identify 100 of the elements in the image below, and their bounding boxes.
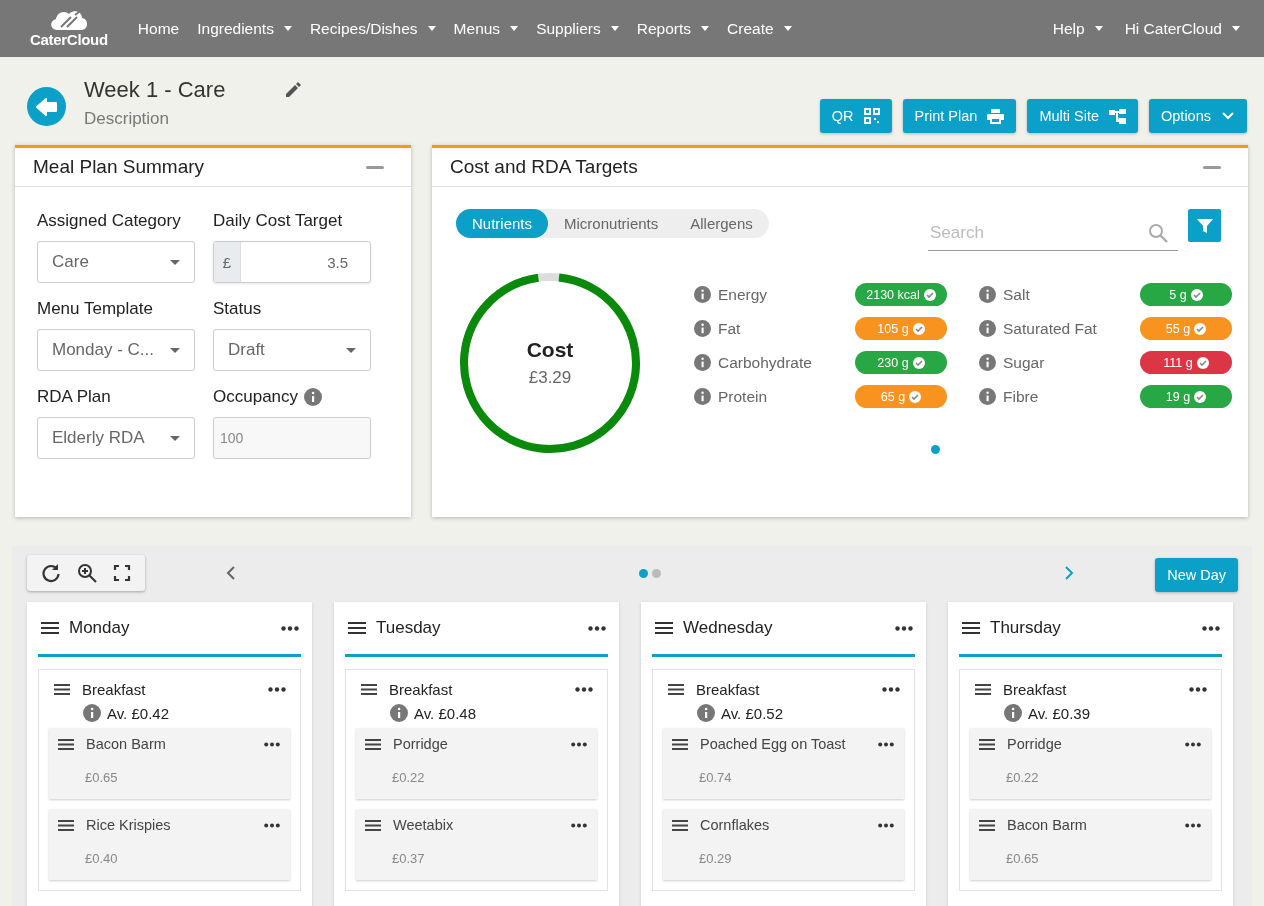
tab[interactable]: Allergens	[674, 209, 769, 238]
info-icon	[694, 320, 711, 337]
more-options-icon[interactable]	[1189, 686, 1207, 692]
nav-menu-item[interactable]: Reports	[636, 19, 710, 38]
dish-card[interactable]: Porridge £0.22	[970, 728, 1211, 799]
page-dot[interactable]	[639, 568, 649, 578]
drag-handle-icon[interactable]	[978, 737, 996, 751]
action-button[interactable]: Multi Site	[1027, 99, 1138, 133]
action-button[interactable]: Print Plan	[902, 99, 1017, 133]
more-options-icon[interactable]	[588, 625, 606, 631]
drag-handle-icon[interactable]	[57, 818, 75, 832]
nav-menu-item[interactable]: Menus	[453, 19, 519, 38]
drag-handle-icon[interactable]	[654, 621, 674, 635]
dish-name: Rice Krispies	[86, 817, 171, 833]
drag-handle-icon[interactable]	[347, 621, 367, 635]
caret-icon	[783, 26, 792, 31]
caret-icon	[283, 26, 292, 31]
dropdown-field[interactable]: Elderly RDA	[37, 417, 195, 459]
more-options-icon[interactable]	[1185, 741, 1201, 747]
more-options-icon[interactable]	[1202, 625, 1220, 631]
dish-card[interactable]: Porridge £0.22	[356, 728, 597, 799]
new-day-button[interactable]: New Day	[1155, 558, 1238, 592]
nutrient-value-badge: 230 g	[855, 351, 947, 374]
dish-card[interactable]: Bacon Barm £0.65	[49, 728, 290, 799]
edit-pencil-icon[interactable]	[285, 82, 302, 98]
action-button[interactable]: Options	[1149, 99, 1247, 133]
refresh-icon[interactable]	[41, 563, 61, 583]
cost-input-field[interactable]: £ 3.5	[213, 241, 371, 283]
dropdown-field[interactable]: Monday - C...	[37, 329, 195, 371]
nutrient-name: Sugar	[1003, 353, 1046, 372]
nav-menu-item[interactable]: Home	[137, 19, 180, 38]
drag-handle-icon[interactable]	[40, 621, 60, 635]
more-options-icon[interactable]	[575, 686, 593, 692]
nutrient-name: Fibre	[1003, 387, 1040, 406]
drag-handle-icon[interactable]	[364, 818, 382, 832]
day-name: Thursday	[990, 618, 1061, 638]
caret-icon	[427, 26, 436, 31]
nav-menu-item[interactable]: Suppliers	[536, 19, 619, 38]
nutrient-value-badge: 105 g	[855, 317, 947, 340]
drag-handle-icon[interactable]	[671, 737, 689, 751]
info-icon	[694, 286, 711, 303]
nav-menu-item[interactable]: Hi CaterCloud	[1124, 19, 1240, 38]
drag-handle-icon[interactable]	[57, 737, 75, 751]
page-dot[interactable]	[652, 568, 662, 578]
dish-card[interactable]: Cornflakes £0.29	[663, 809, 904, 880]
chevron-left-icon[interactable]	[225, 565, 237, 581]
collapse-icon[interactable]	[366, 165, 384, 169]
zoom-in-icon[interactable]	[77, 563, 97, 583]
more-options-icon[interactable]	[571, 741, 587, 747]
drag-handle-icon[interactable]	[360, 682, 378, 696]
filter-button[interactable]	[1188, 209, 1221, 242]
more-options-icon[interactable]	[878, 822, 894, 828]
info-icon	[979, 286, 996, 303]
dropdown-field[interactable]: Draft	[213, 329, 371, 371]
back-button[interactable]	[27, 87, 66, 126]
caret-icon	[170, 347, 180, 353]
dish-card[interactable]: Bacon Barm £0.65	[970, 809, 1211, 880]
logo[interactable]: CaterCloud	[30, 9, 108, 48]
funnel-icon	[1195, 216, 1214, 235]
drag-handle-icon[interactable]	[667, 682, 685, 696]
dropdown-field[interactable]: Care	[37, 241, 195, 283]
nav-menu-item[interactable]: Ingredients	[197, 19, 292, 38]
more-options-icon[interactable]	[878, 741, 894, 747]
nav-menu-item[interactable]: Create	[727, 19, 792, 38]
drag-handle-icon[interactable]	[978, 818, 996, 832]
caret-icon	[610, 26, 619, 31]
more-options-icon[interactable]	[264, 822, 280, 828]
dish-price: £0.29	[699, 851, 733, 866]
more-options-icon[interactable]	[281, 625, 299, 631]
nav-menu-item[interactable]: Recipes/Dishes	[309, 19, 436, 38]
tab[interactable]: Micronutrients	[548, 209, 675, 238]
collapse-icon[interactable]	[1203, 165, 1221, 169]
more-options-icon[interactable]	[571, 822, 587, 828]
caret-icon	[1094, 26, 1103, 31]
dish-price: £0.37	[392, 851, 426, 866]
chevron-down-icon	[1221, 111, 1235, 121]
more-options-icon[interactable]	[264, 741, 280, 747]
chevron-right-icon[interactable]	[1063, 565, 1076, 581]
dish-price: £0.65	[85, 770, 119, 785]
dish-card[interactable]: Weetabix £0.37	[356, 809, 597, 880]
nav-menu-item[interactable]: Help	[1052, 19, 1103, 38]
drag-handle-icon[interactable]	[364, 737, 382, 751]
action-button[interactable]: QR	[819, 99, 892, 133]
drag-handle-icon[interactable]	[974, 682, 992, 696]
fullscreen-icon[interactable]	[113, 564, 131, 582]
more-options-icon[interactable]	[268, 686, 286, 692]
drag-handle-icon[interactable]	[961, 621, 981, 635]
day-name: Monday	[69, 618, 130, 638]
dish-card[interactable]: Poached Egg on Toast £0.74	[663, 728, 904, 799]
drag-handle-icon[interactable]	[671, 818, 689, 832]
drag-handle-icon[interactable]	[53, 682, 71, 696]
nutrient-name: Protein	[718, 387, 769, 406]
more-options-icon[interactable]	[895, 625, 913, 631]
page-dot[interactable]	[930, 445, 940, 454]
tab[interactable]: Nutrients	[456, 209, 549, 238]
more-options-icon[interactable]	[882, 686, 900, 692]
search-field[interactable]: Search	[928, 215, 1178, 251]
dish-card[interactable]: Rice Krispies £0.40	[49, 809, 290, 880]
more-options-icon[interactable]	[1185, 822, 1201, 828]
panel-title: Meal Plan Summary	[33, 156, 205, 178]
